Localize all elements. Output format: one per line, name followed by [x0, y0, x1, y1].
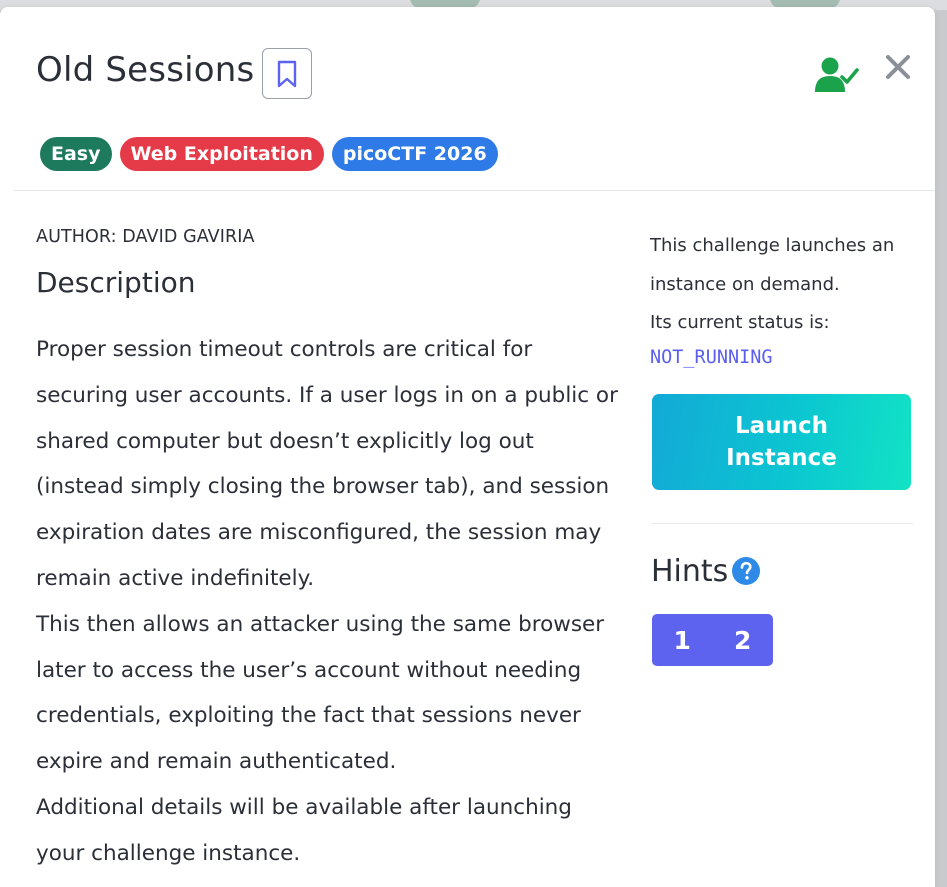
description-paragraph: This then allows an attacker using the s…: [36, 611, 605, 775]
category-badge: Web Exploitation: [119, 137, 324, 171]
challenge-title: Old Sessions: [36, 50, 255, 90]
instance-panel: This challenge launches an instance on d…: [650, 227, 915, 368]
difficulty-badge: Easy: [40, 137, 112, 171]
event-badge: picoCTF 2026: [331, 137, 498, 171]
user-check-icon: [815, 57, 859, 92]
author-label: AUTHOR: DAVID GAVIRIA: [36, 227, 255, 247]
description-body: Proper session timeout controls are crit…: [36, 327, 621, 877]
description-paragraph: Proper session timeout controls are crit…: [36, 337, 618, 591]
instance-status-label: Its current status is:: [650, 312, 830, 333]
instance-status-value: NOT_RUNNING: [650, 346, 773, 368]
description-paragraph: Additional details will be available aft…: [36, 794, 572, 866]
description-heading: Description: [36, 266, 196, 299]
challenge-modal: Old Sessions Easy Web Exploitation picoC…: [0, 7, 935, 887]
bookmark-icon: [277, 60, 297, 87]
close-icon[interactable]: [882, 51, 914, 83]
hint-button-2[interactable]: 2: [713, 614, 774, 666]
header-divider: [14, 190, 935, 191]
tag-list: Easy Web Exploitation picoCTF 2026: [40, 137, 498, 171]
bookmark-button[interactable]: [262, 48, 312, 99]
launch-instance-button[interactable]: Launch Instance: [652, 394, 911, 490]
side-divider: [652, 523, 913, 524]
hint-button-group: 1 2: [652, 614, 773, 666]
instance-info: This challenge launches an instance on d…: [650, 235, 895, 295]
hint-button-1[interactable]: 1: [652, 614, 713, 666]
launch-instance-label: Launch Instance: [726, 413, 837, 471]
hints-heading: Hints: [651, 554, 729, 589]
question-circle-icon[interactable]: [731, 556, 761, 586]
